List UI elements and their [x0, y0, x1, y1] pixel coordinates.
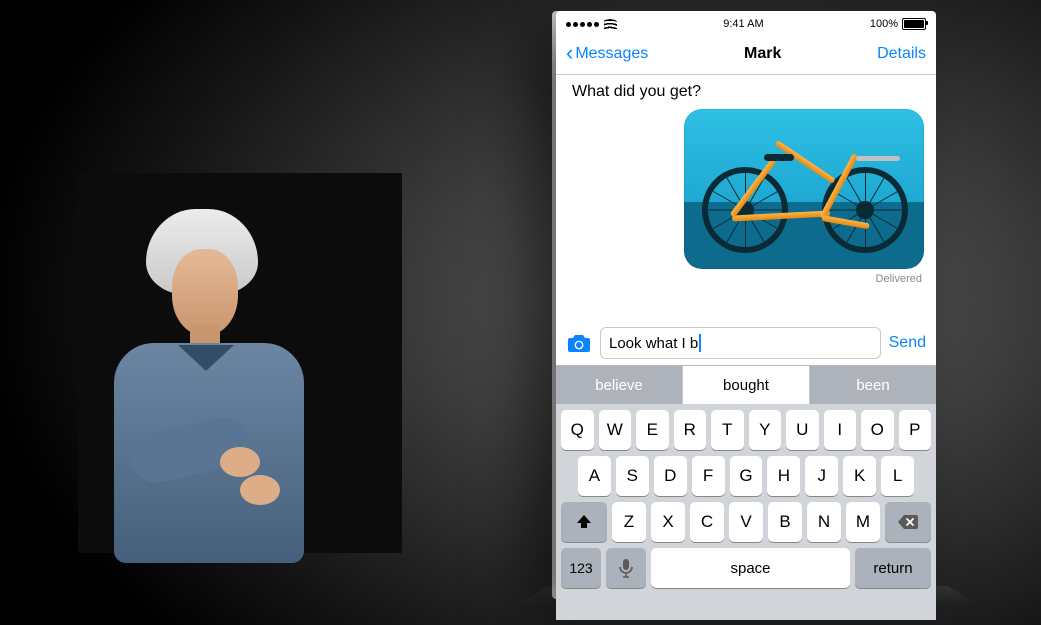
key-g[interactable]: G	[730, 456, 763, 496]
message-input[interactable]: Look what I b	[600, 327, 881, 359]
space-key[interactable]: space	[651, 548, 850, 588]
key-x[interactable]: X	[651, 502, 685, 542]
keyboard: believe bought been Q W E R T Y U I O P …	[556, 365, 936, 620]
keyboard-row-2: A S D F G H J K L	[556, 450, 936, 496]
signal-dots-icon	[566, 22, 599, 27]
key-l[interactable]: L	[881, 456, 914, 496]
wifi-icon	[604, 19, 617, 29]
key-n[interactable]: N	[807, 502, 841, 542]
back-label: Messages	[575, 45, 648, 63]
key-m[interactable]: M	[846, 502, 880, 542]
quicktype-bar: believe bought been	[556, 366, 936, 404]
camera-icon[interactable]	[566, 333, 592, 353]
conversation-title: Mark	[744, 45, 781, 63]
key-i[interactable]: I	[824, 410, 857, 450]
key-u[interactable]: U	[786, 410, 819, 450]
keyboard-row-3: Z X C V B N M	[556, 496, 936, 542]
key-z[interactable]: Z	[612, 502, 646, 542]
key-b[interactable]: B	[768, 502, 802, 542]
status-time: 9:41 AM	[723, 18, 763, 30]
battery-percent: 100%	[870, 18, 898, 30]
message-input-text: Look what I b	[609, 335, 698, 352]
key-c[interactable]: C	[690, 502, 724, 542]
return-key[interactable]: return	[855, 548, 931, 588]
status-bar: 9:41 AM 100%	[556, 11, 936, 34]
keyboard-row-1: Q W E R T Y U I O P	[556, 404, 936, 450]
key-f[interactable]: F	[692, 456, 725, 496]
key-a[interactable]: A	[578, 456, 611, 496]
delivered-label: Delivered	[568, 273, 922, 285]
key-j[interactable]: J	[805, 456, 838, 496]
presentation-stage: 9:41 AM 100% ‹ Messages Mark Details Wha…	[0, 0, 1041, 625]
dictation-key[interactable]	[606, 548, 646, 588]
key-q[interactable]: Q	[561, 410, 594, 450]
keyboard-row-4: 123 space return	[556, 542, 936, 594]
key-e[interactable]: E	[636, 410, 669, 450]
key-p[interactable]: P	[899, 410, 932, 450]
key-w[interactable]: W	[599, 410, 632, 450]
shift-key[interactable]	[561, 502, 607, 542]
mode-key[interactable]: 123	[561, 548, 601, 588]
back-button[interactable]: ‹ Messages	[566, 45, 648, 63]
message-thread[interactable]: What did you get? Delivered	[556, 75, 936, 311]
nav-bar: ‹ Messages Mark Details	[556, 34, 936, 75]
key-t[interactable]: T	[711, 410, 744, 450]
send-button[interactable]: Send	[889, 334, 926, 352]
delete-key[interactable]	[885, 502, 931, 542]
key-k[interactable]: K	[843, 456, 876, 496]
details-button[interactable]: Details	[877, 45, 926, 63]
compose-bar: Look what I b Send	[556, 321, 936, 365]
battery-icon	[902, 18, 926, 30]
phone-screen: 9:41 AM 100% ‹ Messages Mark Details Wha…	[556, 11, 936, 599]
suggestion-1[interactable]: believe	[556, 366, 683, 404]
outgoing-image-bubble[interactable]	[684, 109, 924, 269]
suggestion-2[interactable]: bought	[683, 366, 810, 404]
key-o[interactable]: O	[861, 410, 894, 450]
key-r[interactable]: R	[674, 410, 707, 450]
key-d[interactable]: D	[654, 456, 687, 496]
suggestion-3[interactable]: been	[810, 366, 936, 404]
key-v[interactable]: V	[729, 502, 763, 542]
text-caret	[699, 334, 701, 352]
presenter-figure	[90, 195, 310, 555]
key-s[interactable]: S	[616, 456, 649, 496]
incoming-message: What did you get?	[572, 83, 924, 101]
key-y[interactable]: Y	[749, 410, 782, 450]
key-h[interactable]: H	[767, 456, 800, 496]
